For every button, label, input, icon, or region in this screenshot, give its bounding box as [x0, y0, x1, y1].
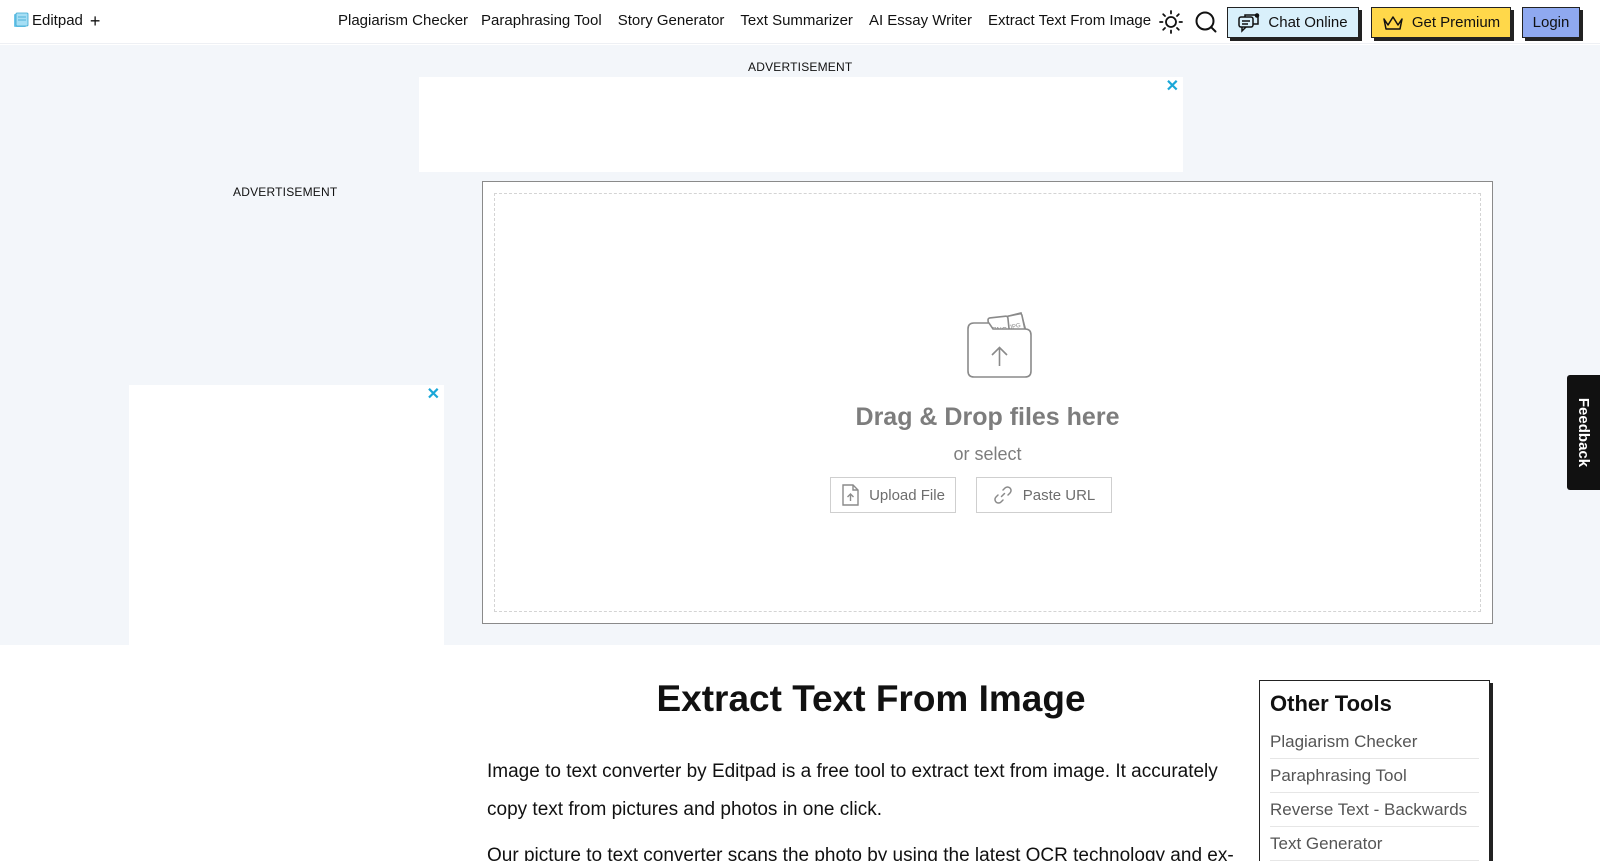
sun-icon — [1159, 10, 1183, 34]
feedback-label: Feedback — [1575, 397, 1593, 468]
upload-dropzone[interactable]: PNG JPG Drag & Drop files here or select… — [482, 181, 1493, 624]
paste-url-button[interactable]: Paste URL — [976, 477, 1112, 513]
other-tools-title: Other Tools — [1270, 691, 1392, 716]
nav-ai-essay-writer[interactable]: AI Essay Writer — [869, 12, 972, 29]
dropzone-dashed-border: PNG JPG Drag & Drop files here or select… — [494, 193, 1481, 612]
logo-plus: + — [89, 10, 101, 31]
logo-text: Editpad — [32, 12, 83, 29]
drop-or-text: or select — [953, 444, 1022, 464]
upload-file-button[interactable]: Upload File — [830, 477, 956, 513]
top-ad-slot: ✕ — [419, 77, 1183, 172]
notepad-logo-icon — [14, 12, 29, 27]
second-paragraph-line-1: Our picture to text converter scans the … — [487, 845, 1234, 861]
search-button[interactable] — [1193, 9, 1219, 35]
file-upload-icon: PNG JPG — [967, 312, 1032, 378]
theme-toggle-button[interactable] — [1158, 9, 1184, 35]
nav-story-generator[interactable]: Story Generator — [618, 12, 725, 29]
intro-paragraph-line-2: copy text from pictures and photos in on… — [487, 799, 882, 820]
get-premium-label: Get Premium — [1411, 14, 1501, 31]
nav-text-summarizer[interactable]: Text Summarizer — [740, 12, 853, 29]
upload-file-label: Upload File — [869, 486, 945, 504]
main-nav: Plagiarism Checker Paraphrasing Tool Sto… — [338, 12, 1151, 29]
top-ad-label: ADVERTISEMENT — [748, 60, 853, 74]
left-ad-slot: ✕ — [129, 385, 444, 645]
crown-icon — [1383, 15, 1403, 30]
get-premium-button[interactable]: Get Premium — [1371, 7, 1511, 38]
left-ad-close-icon[interactable]: ✕ — [427, 387, 440, 403]
login-label: Login — [1532, 14, 1570, 31]
chat-online-label: Chat Online — [1268, 14, 1348, 31]
top-header: Editpad + Plagiarism Checker Paraphrasin… — [0, 0, 1600, 44]
top-ad-close-icon[interactable]: ✕ — [1166, 79, 1179, 95]
nav-paraphrasing-tool[interactable]: Paraphrasing Tool — [481, 12, 602, 29]
editpad-logo[interactable]: Editpad + — [12, 10, 101, 31]
chat-online-button[interactable]: Chat Online — [1227, 7, 1359, 38]
upload-file-icon — [842, 484, 859, 506]
nav-extract-text-from-image[interactable]: Extract Text From Image — [988, 12, 1151, 29]
intro-paragraph-line-1: Image to text converter by Editpad is a … — [487, 761, 1218, 782]
nav-plagiarism-checker[interactable]: Plagiarism Checker — [338, 12, 468, 29]
login-button[interactable]: Login — [1522, 7, 1580, 38]
search-icon — [1195, 11, 1217, 33]
chat-bubble-icon — [1238, 12, 1260, 33]
other-tool-text-generator[interactable]: Text Generator — [1270, 827, 1479, 861]
other-tool-paraphrasing-tool[interactable]: Paraphrasing Tool — [1270, 759, 1479, 793]
drop-title: Drag & Drop files here — [855, 403, 1120, 431]
feedback-tab[interactable]: Feedback — [1567, 375, 1600, 490]
link-icon — [993, 486, 1012, 504]
other-tools-panel: Other Tools Plagiarism Checker Paraphras… — [1259, 680, 1490, 861]
paste-url-label: Paste URL — [1022, 486, 1096, 504]
left-ad-label: ADVERTISEMENT — [233, 185, 338, 199]
other-tool-plagiarism-checker[interactable]: Plagiarism Checker — [1270, 725, 1479, 759]
other-tool-reverse-text[interactable]: Reverse Text - Backwards — [1270, 793, 1479, 827]
page-title: Extract Text From Image — [656, 678, 1086, 719]
